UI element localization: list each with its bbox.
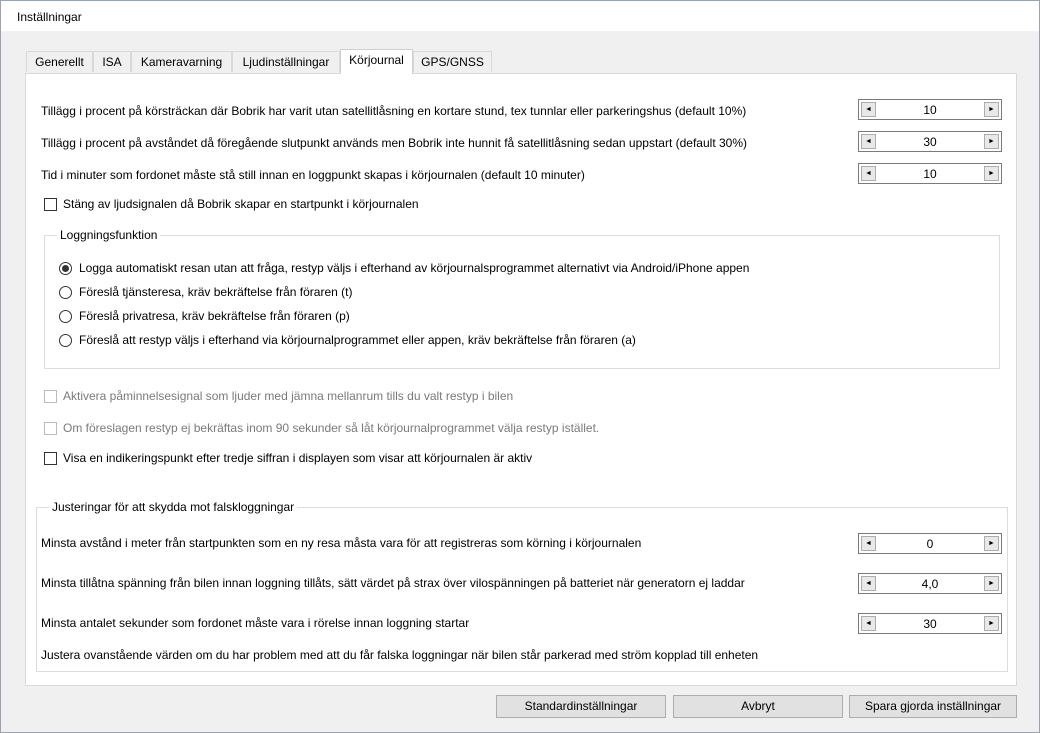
korjournal-panel: Tillägg i procent på körsträckan där Bob… xyxy=(25,73,1017,686)
window-title: Inställningar xyxy=(17,10,82,24)
tunnel-label: Tillägg i procent på körsträckan där Bob… xyxy=(41,104,747,118)
still-value[interactable]: 10 xyxy=(879,167,981,181)
spin-left-icon[interactable]: ◄ xyxy=(861,536,876,551)
save-button[interactable]: Spara gjorda inställningar xyxy=(849,695,1017,718)
tab-korjournal[interactable]: Körjournal xyxy=(340,49,413,74)
settings-window: Inställningar Generellt ISA Kameravarnin… xyxy=(0,0,1040,733)
logging-radio-auto[interactable] xyxy=(59,262,72,275)
still-label: Tid i minuter som fordonet måste stå sti… xyxy=(41,168,585,182)
spin-right-icon[interactable]: ► xyxy=(984,166,999,181)
timeout-label[interactable]: Om föreslagen restyp ej bekräftas inom 9… xyxy=(63,421,599,435)
spin-left-icon[interactable]: ◄ xyxy=(861,166,876,181)
indicator-label[interactable]: Visa en indikeringspunkt efter tredje si… xyxy=(63,451,532,465)
spin-right-icon[interactable]: ► xyxy=(984,134,999,149)
indicator-checkbox[interactable] xyxy=(44,452,57,465)
logging-option-private[interactable]: Föreslå privatresa, kräv bekräftelse frå… xyxy=(79,309,350,323)
spin-left-icon[interactable]: ◄ xyxy=(861,134,876,149)
endpoint-value[interactable]: 30 xyxy=(879,135,981,149)
tunnel-value[interactable]: 10 xyxy=(879,103,981,117)
cancel-button[interactable]: Avbryt xyxy=(673,695,843,718)
logging-group xyxy=(44,235,1000,369)
voltage-value[interactable]: 4,0 xyxy=(879,577,981,591)
mute-start-checkbox[interactable] xyxy=(44,198,57,211)
spin-left-icon[interactable]: ◄ xyxy=(861,576,876,591)
distance-stepper[interactable]: ◄ 0 ► xyxy=(858,533,1002,554)
logging-radio-later[interactable] xyxy=(59,334,72,347)
spin-right-icon[interactable]: ► xyxy=(984,576,999,591)
seconds-label: Minsta antalet sekunder som fordonet mås… xyxy=(41,616,470,630)
endpoint-stepper[interactable]: ◄ 30 ► xyxy=(858,131,1002,152)
logging-radio-business[interactable] xyxy=(59,286,72,299)
spin-right-icon[interactable]: ► xyxy=(984,536,999,551)
still-stepper[interactable]: ◄ 10 ► xyxy=(858,163,1002,184)
voltage-stepper[interactable]: ◄ 4,0 ► xyxy=(858,573,1002,594)
endpoint-label: Tillägg i procent på avståndet då föregå… xyxy=(41,136,748,150)
seconds-stepper[interactable]: ◄ 30 ► xyxy=(858,613,1002,634)
spin-left-icon[interactable]: ◄ xyxy=(861,616,876,631)
voltage-label: Minsta tillåtna spänning från bilen inna… xyxy=(41,576,745,590)
logging-radio-private[interactable] xyxy=(59,310,72,323)
tab-isa[interactable]: ISA xyxy=(93,51,131,72)
spin-right-icon[interactable]: ► xyxy=(984,616,999,631)
defaults-button[interactable]: Standardinställningar xyxy=(496,695,666,718)
reminder-checkbox[interactable] xyxy=(44,390,57,403)
distance-label: Minsta avstånd i meter från startpunkten… xyxy=(41,536,642,550)
logging-option-business[interactable]: Föreslå tjänsteresa, kräv bekräftelse fr… xyxy=(79,285,352,299)
tab-generellt[interactable]: Generellt xyxy=(26,51,93,72)
protection-legend: Justeringar för att skydda mot falsklogg… xyxy=(49,500,298,514)
logging-legend: Loggningsfunktion xyxy=(57,228,161,242)
mute-start-label[interactable]: Stäng av ljudsignalen då Bobrik skapar e… xyxy=(63,197,419,211)
logging-option-auto[interactable]: Logga automatiskt resan utan att fråga, … xyxy=(79,261,749,275)
seconds-value[interactable]: 30 xyxy=(879,617,981,631)
tunnel-stepper[interactable]: ◄ 10 ► xyxy=(858,99,1002,120)
protection-note: Justera ovanstående värden om du har pro… xyxy=(41,648,759,662)
logging-option-later[interactable]: Föreslå att restyp väljs i efterhand via… xyxy=(79,333,636,347)
spin-left-icon[interactable]: ◄ xyxy=(861,102,876,117)
timeout-checkbox[interactable] xyxy=(44,422,57,435)
tab-kameravarning[interactable]: Kameravarning xyxy=(131,51,232,72)
distance-value[interactable]: 0 xyxy=(879,537,981,551)
reminder-label[interactable]: Aktivera påminnelsesignal som ljuder med… xyxy=(63,389,513,403)
title-bar: Inställningar xyxy=(1,1,1039,31)
tab-ljudinstallningar[interactable]: Ljudinställningar xyxy=(232,51,340,72)
spin-right-icon[interactable]: ► xyxy=(984,102,999,117)
tab-gps-gnss[interactable]: GPS/GNSS xyxy=(413,51,492,72)
